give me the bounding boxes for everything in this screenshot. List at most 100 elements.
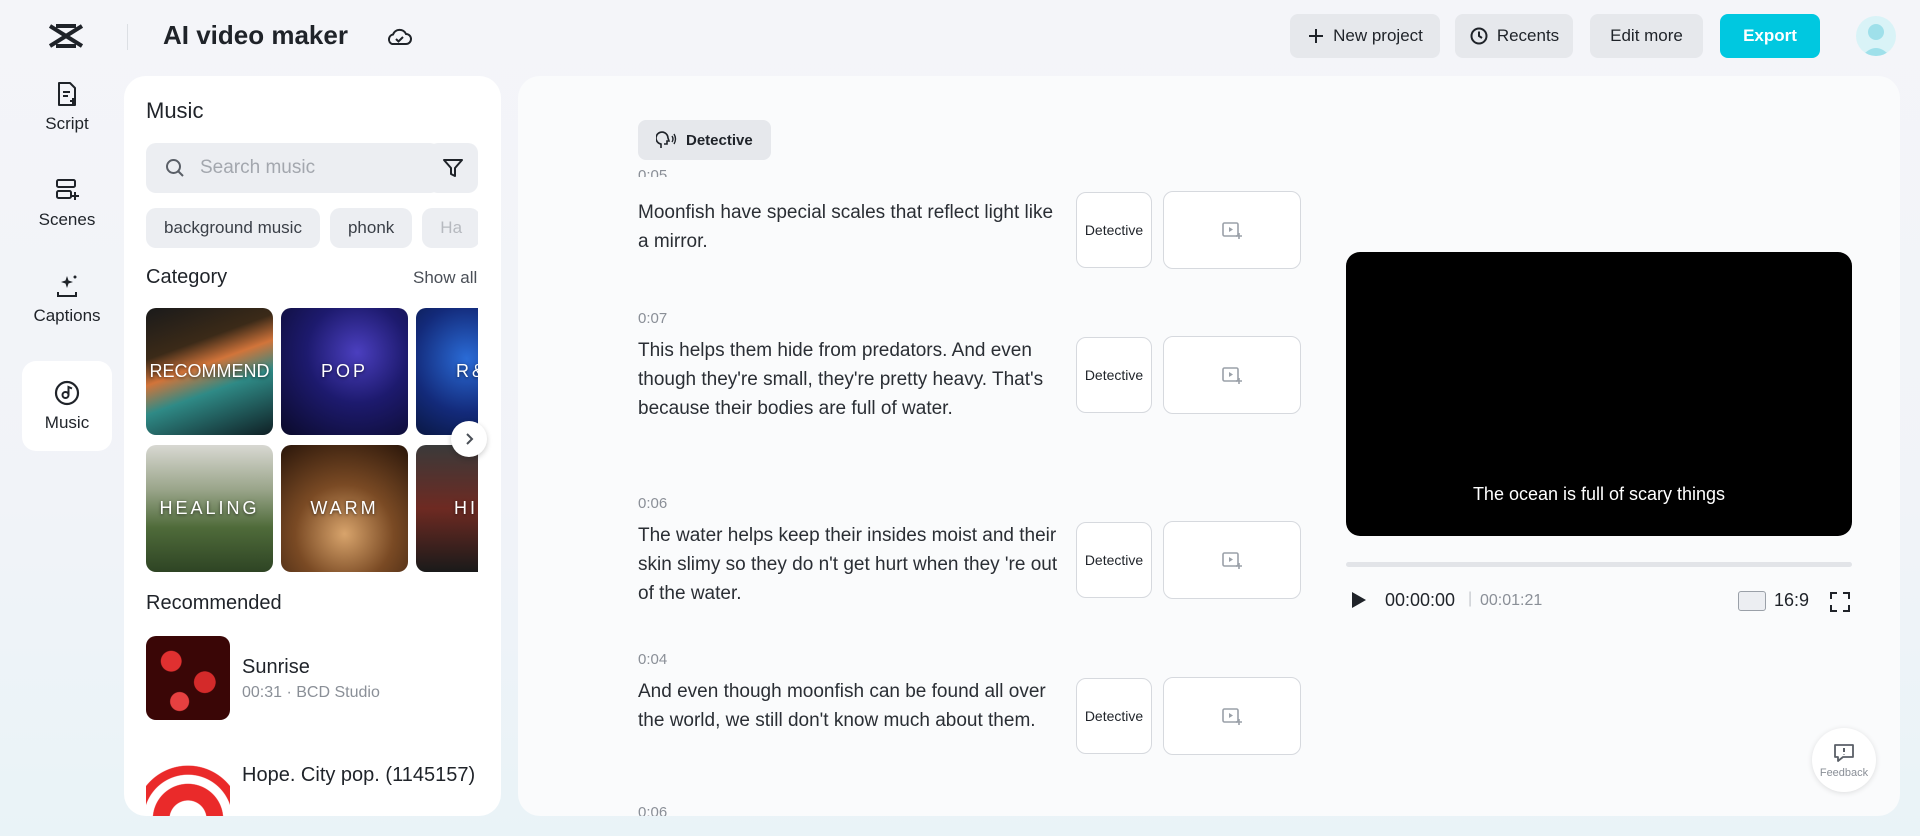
- user-avatar-icon: [1862, 24, 1890, 56]
- voice-select-button[interactable]: Detective: [1076, 337, 1152, 413]
- filter-button[interactable]: [428, 143, 478, 193]
- search-input[interactable]: [198, 156, 428, 180]
- capcut-logo-icon[interactable]: [46, 20, 86, 52]
- nav-item-music[interactable]: Music: [22, 361, 112, 451]
- track-cover-hope: [146, 756, 230, 816]
- track-item-sunrise[interactable]: Sunrise 00:31 · BCD Studio: [146, 636, 476, 726]
- category-hi-tem[interactable]: HI TEM: [416, 445, 478, 572]
- nav-label-scenes: Scenes: [38, 210, 96, 229]
- recommended-title: Recommended: [146, 592, 282, 614]
- add-video-icon: [1222, 708, 1242, 725]
- track-cover-sunrise: [146, 636, 230, 720]
- track-item-hope-city-pop[interactable]: Hope. City pop. (1145157): [146, 756, 476, 816]
- add-media-button[interactable]: [1163, 191, 1301, 269]
- feedback-button[interactable]: Feedback: [1812, 728, 1876, 792]
- add-video-icon: [1222, 367, 1242, 384]
- add-media-button[interactable]: [1163, 521, 1301, 599]
- music-panel: Music background musicphonkHa Category S…: [124, 76, 501, 816]
- partial-time-bottom: 0:06: [638, 804, 668, 816]
- category-warm[interactable]: WARM: [281, 445, 408, 572]
- add-media-button[interactable]: [1163, 677, 1301, 755]
- export-label: Export: [1743, 26, 1797, 45]
- voice-tag-label: Detective: [686, 131, 753, 149]
- search-box[interactable]: [146, 143, 440, 193]
- video-preview[interactable]: The ocean is full of scary things: [1346, 252, 1852, 536]
- total-time: 00:01:21: [1480, 592, 1543, 609]
- category-label-recommend: RECOMMEND: [149, 361, 270, 381]
- aspect-ratio-icon[interactable]: [1738, 591, 1766, 611]
- play-icon[interactable]: [1346, 588, 1370, 612]
- chip-phonk[interactable]: phonk: [329, 208, 413, 248]
- progress-bar[interactable]: [1346, 562, 1852, 567]
- nav-item-scenes[interactable]: Scenes: [22, 158, 112, 248]
- time-separator: |: [1468, 590, 1473, 607]
- captions-icon: [57, 275, 77, 297]
- music-panel-title: Music: [146, 98, 204, 123]
- track-meta: 00:31 · BCD Studio: [242, 684, 380, 701]
- new-project-button[interactable]: New project: [1290, 14, 1440, 58]
- add-media-button[interactable]: [1163, 336, 1301, 414]
- category-grid: RECOMMEND POP R& HEALING WARM HI TEM: [146, 308, 478, 572]
- track-name: Sunrise: [242, 656, 310, 678]
- script-text[interactable]: This helps them hide from predators. And…: [638, 336, 1068, 423]
- nav-label-music: Music: [44, 413, 90, 432]
- voice-tag[interactable]: Detective: [638, 120, 771, 160]
- voice-select-button[interactable]: Detective: [1076, 192, 1152, 268]
- script-text[interactable]: Moonfish have special scales that reflec…: [638, 198, 1068, 256]
- music-icon: [54, 380, 80, 406]
- script-time: 0:06: [638, 495, 668, 512]
- feedback-label: Feedback: [1819, 766, 1869, 779]
- add-video-icon: [1222, 222, 1242, 239]
- chip-ha[interactable]: Ha: [422, 208, 478, 248]
- script-icon: [58, 82, 76, 106]
- nav-item-captions[interactable]: Captions: [22, 254, 112, 344]
- category-rnb[interactable]: R&: [416, 308, 478, 435]
- category-label-pop: POP: [320, 361, 368, 381]
- voice-select-button[interactable]: Detective: [1076, 522, 1152, 598]
- script-text[interactable]: And even though moonfish can be found al…: [638, 677, 1068, 735]
- category-label-healing: HEALING: [159, 498, 260, 518]
- show-all-link[interactable]: Show all: [413, 268, 477, 288]
- script-time: 0:07: [638, 310, 668, 327]
- scenes-icon: [56, 179, 79, 200]
- nav-label-captions: Captions: [33, 306, 101, 325]
- nav-label-script: Script: [45, 114, 89, 133]
- script-time: 0:04: [638, 651, 668, 668]
- suggestion-chips: background music phonk Ha: [146, 208, 478, 248]
- search-icon: [166, 159, 184, 177]
- new-project-label: New project: [1333, 26, 1423, 45]
- nav-item-script[interactable]: Script: [22, 62, 112, 152]
- chip-background-music[interactable]: background music: [146, 208, 320, 248]
- plus-icon: [1309, 29, 1324, 43]
- category-next-button[interactable]: [451, 421, 487, 457]
- category-pop[interactable]: POP: [281, 308, 408, 435]
- cloud-icon[interactable]: [384, 22, 414, 52]
- fullscreen-icon[interactable]: [1828, 590, 1852, 614]
- filter-icon: [443, 159, 463, 177]
- chevron-right-icon: [466, 433, 474, 445]
- category-label-warm: WARM: [310, 498, 379, 518]
- feedback-icon: [1834, 743, 1854, 762]
- voice-select-button[interactable]: Detective: [1076, 678, 1152, 754]
- category-label-rnb: R&: [456, 361, 478, 381]
- aspect-ratio-label[interactable]: 16:9: [1774, 590, 1809, 611]
- avatar[interactable]: [1856, 16, 1896, 56]
- app-title: AI video maker: [163, 20, 348, 50]
- script-text[interactable]: The water helps keep their insides moist…: [638, 521, 1068, 608]
- edit-more-button[interactable]: Edit more: [1590, 14, 1703, 58]
- clock-icon: [1470, 27, 1488, 45]
- main-panel: Detective 0:05 Moonfish have special sca…: [518, 76, 1900, 816]
- category-label-hi-tem: HI TEM: [454, 498, 478, 518]
- partial-time-top: 0:05: [638, 167, 668, 177]
- track-name: Hope. City pop. (1145157): [242, 764, 476, 786]
- category-title: Category: [146, 266, 228, 288]
- export-button[interactable]: Export: [1720, 14, 1820, 58]
- edit-more-label: Edit more: [1610, 26, 1683, 45]
- category-recommend[interactable]: RECOMMEND: [146, 308, 273, 435]
- header-divider: [127, 24, 128, 50]
- recents-label: Recents: [1496, 26, 1560, 45]
- video-caption: The ocean is full of scary things: [1472, 484, 1726, 504]
- category-healing[interactable]: HEALING: [146, 445, 273, 572]
- voice-head-icon: [656, 131, 677, 148]
- recents-button[interactable]: Recents: [1455, 14, 1573, 58]
